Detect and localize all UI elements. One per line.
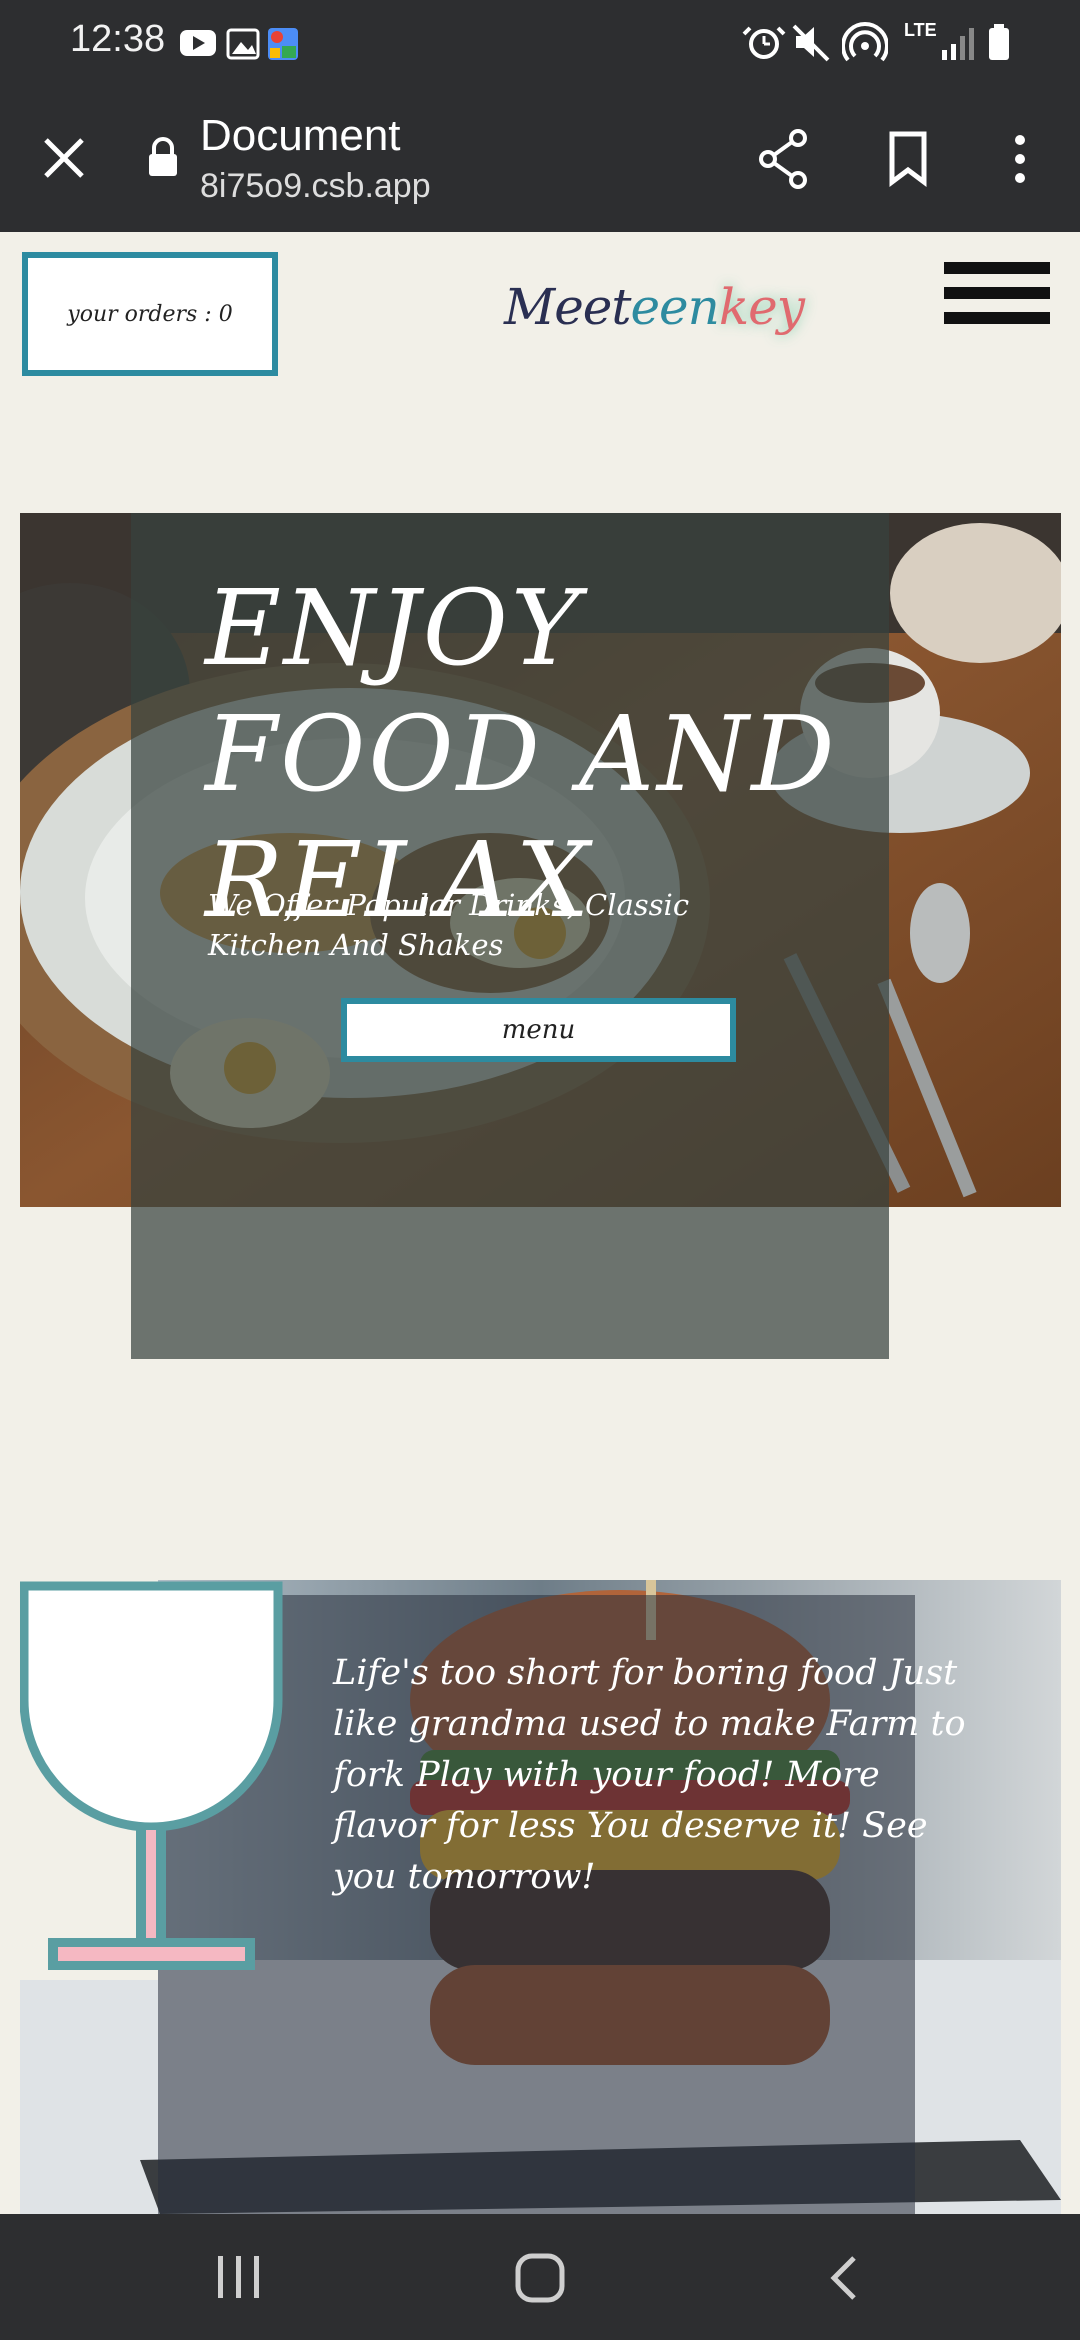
recent-apps-icon[interactable]: [214, 2254, 264, 2300]
logo-part1: Meet: [504, 278, 631, 336]
back-icon[interactable]: [826, 2254, 862, 2302]
menu-button[interactable]: menu: [341, 998, 736, 1062]
site-logo[interactable]: Meeteenkey: [504, 278, 805, 336]
battery-icon: [989, 24, 1009, 60]
status-bar: 12:38 LTE: [0, 0, 1080, 86]
page-title[interactable]: Document: [200, 111, 401, 161]
wine-glass-icon: [20, 1580, 283, 1980]
close-icon[interactable]: [40, 134, 88, 182]
status-time: 12:38: [70, 18, 166, 60]
menu-hamburger-icon[interactable]: [944, 262, 1050, 324]
lock-icon: [149, 137, 177, 176]
quote-text: Life's too short for boring food Just li…: [333, 1653, 966, 1897]
signal-icon: [942, 28, 974, 60]
browser-toolbar: Document 8i75o9.csb.app: [0, 86, 1080, 232]
notification-icons: [180, 28, 298, 60]
orders-counter[interactable]: your orders : 0: [22, 252, 278, 376]
logo-part3: key: [718, 278, 805, 336]
url-text[interactable]: 8i75o9.csb.app: [200, 167, 431, 206]
bookmark-icon[interactable]: [886, 130, 930, 188]
system-nav-bar: [0, 2214, 1080, 2340]
network-type: LTE: [904, 20, 937, 40]
hotspot-icon: [842, 22, 888, 62]
hero-subtitle: We Offer Popular Drinks, Classic Kitchen…: [208, 888, 690, 962]
more-options-icon[interactable]: [1008, 130, 1032, 188]
mute-icon: [792, 24, 830, 62]
logo-part2: een: [630, 278, 719, 336]
share-icon[interactable]: [756, 128, 812, 190]
home-icon[interactable]: [514, 2252, 566, 2304]
